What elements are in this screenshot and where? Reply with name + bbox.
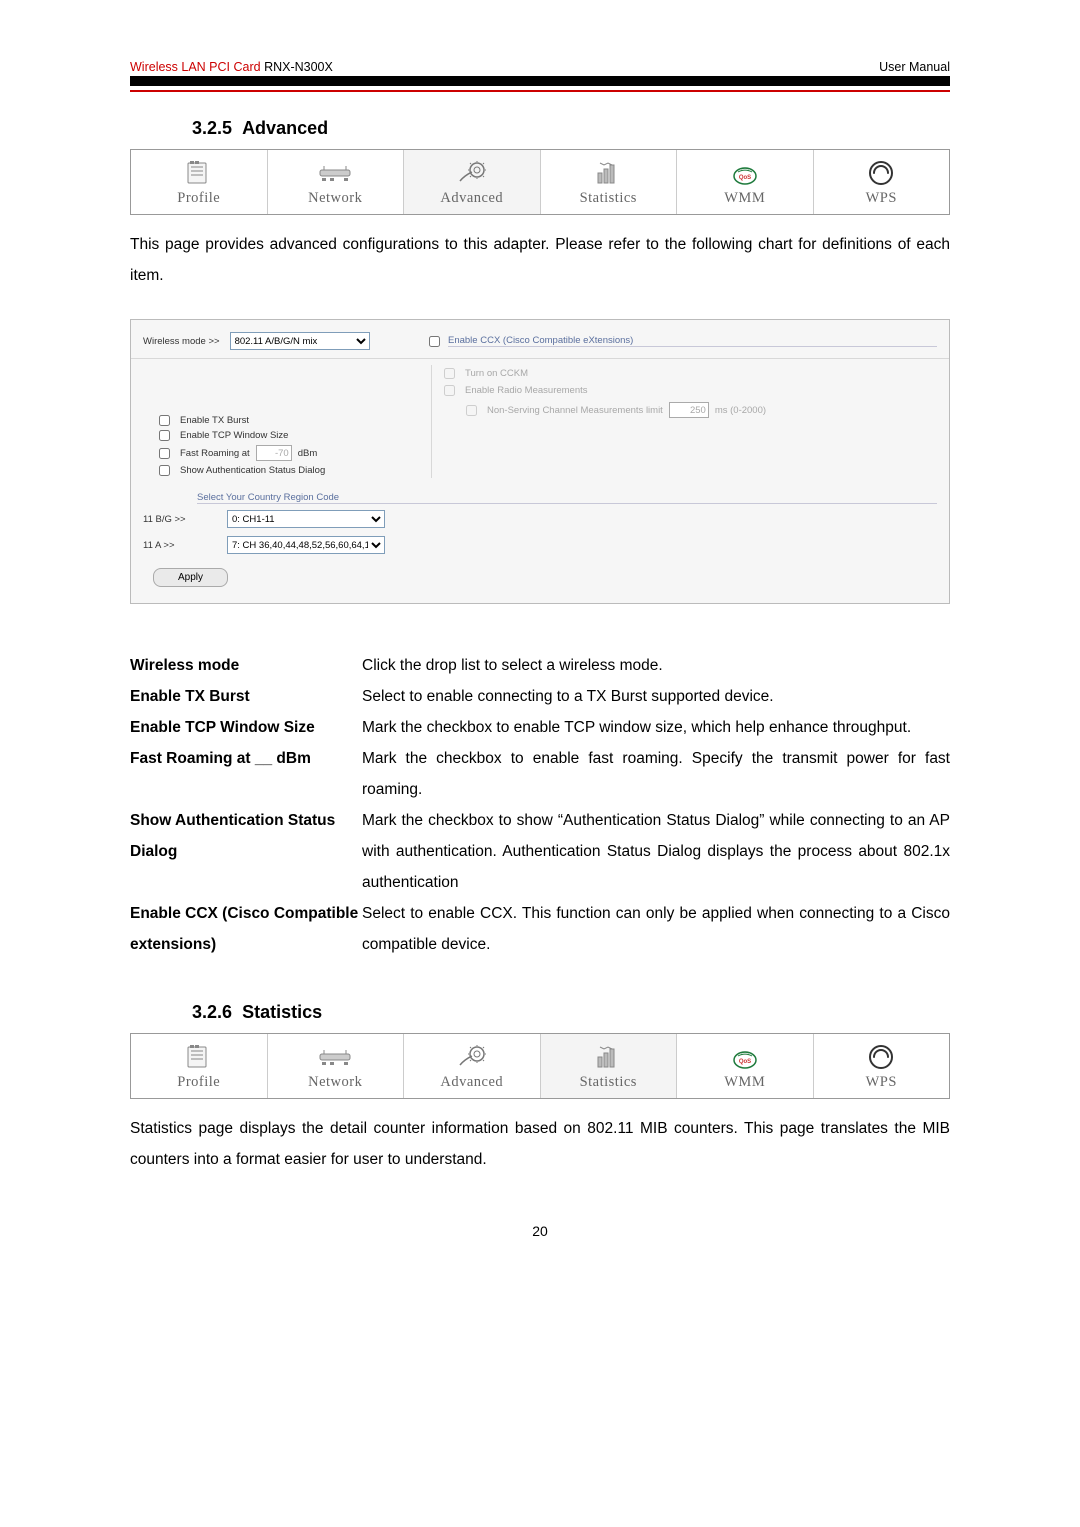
txburst-checkbox[interactable]: [159, 415, 170, 426]
def-term: Enable TX Burst: [130, 681, 362, 712]
tab-advanced[interactable]: Advanced: [404, 150, 541, 214]
txburst-label: Enable TX Burst: [180, 415, 249, 426]
nonserving-label: Non-Serving Channel Measurements limit: [487, 405, 663, 416]
qos-icon: QoS: [731, 1042, 759, 1072]
def-term: Fast Roaming at __ dBm: [130, 743, 362, 805]
tab-label: Advanced: [440, 190, 503, 207]
tabbar-advanced: Profile Network Advanced Statistics QoS …: [130, 149, 950, 215]
fastroaming-prefix: Fast Roaming at: [180, 448, 250, 459]
para-326: Statistics page displays the detail coun…: [130, 1113, 950, 1175]
bg-select[interactable]: 0: CH1-11: [227, 510, 385, 528]
def-text: Select to enable CCX. This function can …: [362, 898, 950, 960]
fastroaming-input[interactable]: [256, 445, 292, 461]
def-term: Enable TCP Window Size: [130, 712, 362, 743]
definitions-table: Wireless modeClick the drop list to sele…: [130, 650, 950, 960]
tabbar-statistics: Profile Network Advanced Statistics QoS …: [130, 1033, 950, 1099]
wps-icon: [868, 1042, 894, 1072]
tab-label: Profile: [177, 1074, 220, 1091]
gear-icon: [457, 158, 487, 188]
tab-label: Advanced: [440, 1074, 503, 1091]
product-name-model: RNX-N300X: [261, 60, 333, 74]
tab-network[interactable]: Network: [268, 150, 405, 214]
header-right: User Manual: [879, 60, 950, 74]
tab-label: Network: [308, 190, 362, 207]
nonserving-suffix: ms (0-2000): [715, 405, 766, 416]
tab-profile[interactable]: Profile: [131, 1034, 268, 1098]
country-legend: Select Your Country Region Code: [197, 492, 937, 504]
tcpwin-label: Enable TCP Window Size: [180, 430, 288, 441]
header-black-bar: [130, 76, 950, 86]
showauth-label: Show Authentication Status Dialog: [180, 465, 325, 476]
wireless-mode-label: Wireless mode >>: [143, 336, 220, 347]
tab-label: WPS: [866, 190, 897, 207]
nonserving-checkbox: [466, 405, 477, 416]
tab-wps[interactable]: WPS: [814, 150, 950, 214]
def-text: Click the drop list to select a wireless…: [362, 650, 950, 681]
para-325: This page provides advanced configuratio…: [130, 229, 950, 291]
network-icon: [318, 1042, 352, 1072]
product-name-red: Wireless LAN PCI Card: [130, 60, 261, 74]
profile-icon: [186, 1042, 212, 1072]
tab-label: Statistics: [580, 190, 637, 207]
section-326-number: 3.2.6: [192, 1002, 232, 1022]
tab-wps[interactable]: WPS: [814, 1034, 950, 1098]
tab-profile[interactable]: Profile: [131, 150, 268, 214]
ccx-label: Enable CCX (Cisco Compatible eXtensions): [448, 335, 937, 347]
section-325-heading: 3.2.5 Advanced: [192, 118, 950, 139]
def-term: Wireless mode: [130, 650, 362, 681]
profile-icon: [186, 158, 212, 188]
showauth-checkbox[interactable]: [159, 465, 170, 476]
def-text: Mark the checkbox to show “Authenticatio…: [362, 805, 950, 898]
tab-network[interactable]: Network: [268, 1034, 405, 1098]
svg-text:QoS: QoS: [739, 175, 751, 181]
statistics-icon: [596, 1042, 620, 1072]
a-label: 11 A >>: [143, 540, 219, 551]
statistics-icon: [596, 158, 620, 188]
gear-icon: [457, 1042, 487, 1072]
tab-label: Statistics: [580, 1074, 637, 1091]
tab-wmm[interactable]: QoS WMM: [677, 150, 814, 214]
ccx-checkbox[interactable]: [429, 336, 440, 347]
tab-wmm[interactable]: QoS WMM: [677, 1034, 814, 1098]
network-icon: [318, 158, 352, 188]
tab-statistics[interactable]: Statistics: [541, 1034, 678, 1098]
fastroaming-suffix: dBm: [298, 448, 318, 459]
qos-icon: QoS: [731, 158, 759, 188]
bg-label: 11 B/G >>: [143, 514, 219, 525]
nonserving-input: [669, 402, 709, 418]
cckm-label: Turn on CCKM: [465, 368, 528, 379]
tcpwin-checkbox[interactable]: [159, 430, 170, 441]
section-326-title: Statistics: [242, 1002, 322, 1022]
svg-text:QoS: QoS: [739, 1059, 751, 1065]
a-select[interactable]: 7: CH 36,40,44,48,52,56,60,64,100: [227, 536, 385, 554]
tab-label: Profile: [177, 190, 220, 207]
tab-label: WMM: [724, 190, 765, 207]
section-325-title: Advanced: [242, 118, 328, 138]
tab-label: WMM: [724, 1074, 765, 1091]
page-number: 20: [130, 1223, 950, 1239]
tab-label: Network: [308, 1074, 362, 1091]
cckm-checkbox: [444, 368, 455, 379]
apply-button[interactable]: Apply: [153, 568, 228, 587]
def-term: Show Authentication Status Dialog: [130, 805, 362, 898]
wireless-mode-select[interactable]: 802.11 A/B/G/N mix: [230, 332, 370, 350]
header-red-bar: [130, 90, 950, 92]
tab-label: WPS: [866, 1074, 897, 1091]
wps-icon: [868, 158, 894, 188]
radio-checkbox: [444, 385, 455, 396]
section-325-number: 3.2.5: [192, 118, 232, 138]
def-term: Enable CCX (Cisco Compatible extensions): [130, 898, 362, 960]
fastroaming-checkbox[interactable]: [159, 448, 170, 459]
section-326-heading: 3.2.6 Statistics: [192, 1002, 950, 1023]
page-header: Wireless LAN PCI Card RNX-N300X User Man…: [130, 60, 950, 74]
def-text: Mark the checkbox to enable fast roaming…: [362, 743, 950, 805]
tab-advanced[interactable]: Advanced: [404, 1034, 541, 1098]
advanced-panel: Wireless mode >> 802.11 A/B/G/N mix Enab…: [130, 319, 950, 604]
def-text: Mark the checkbox to enable TCP window s…: [362, 712, 950, 743]
radio-label: Enable Radio Measurements: [465, 385, 588, 396]
def-text: Select to enable connecting to a TX Burs…: [362, 681, 950, 712]
tab-statistics[interactable]: Statistics: [541, 150, 678, 214]
